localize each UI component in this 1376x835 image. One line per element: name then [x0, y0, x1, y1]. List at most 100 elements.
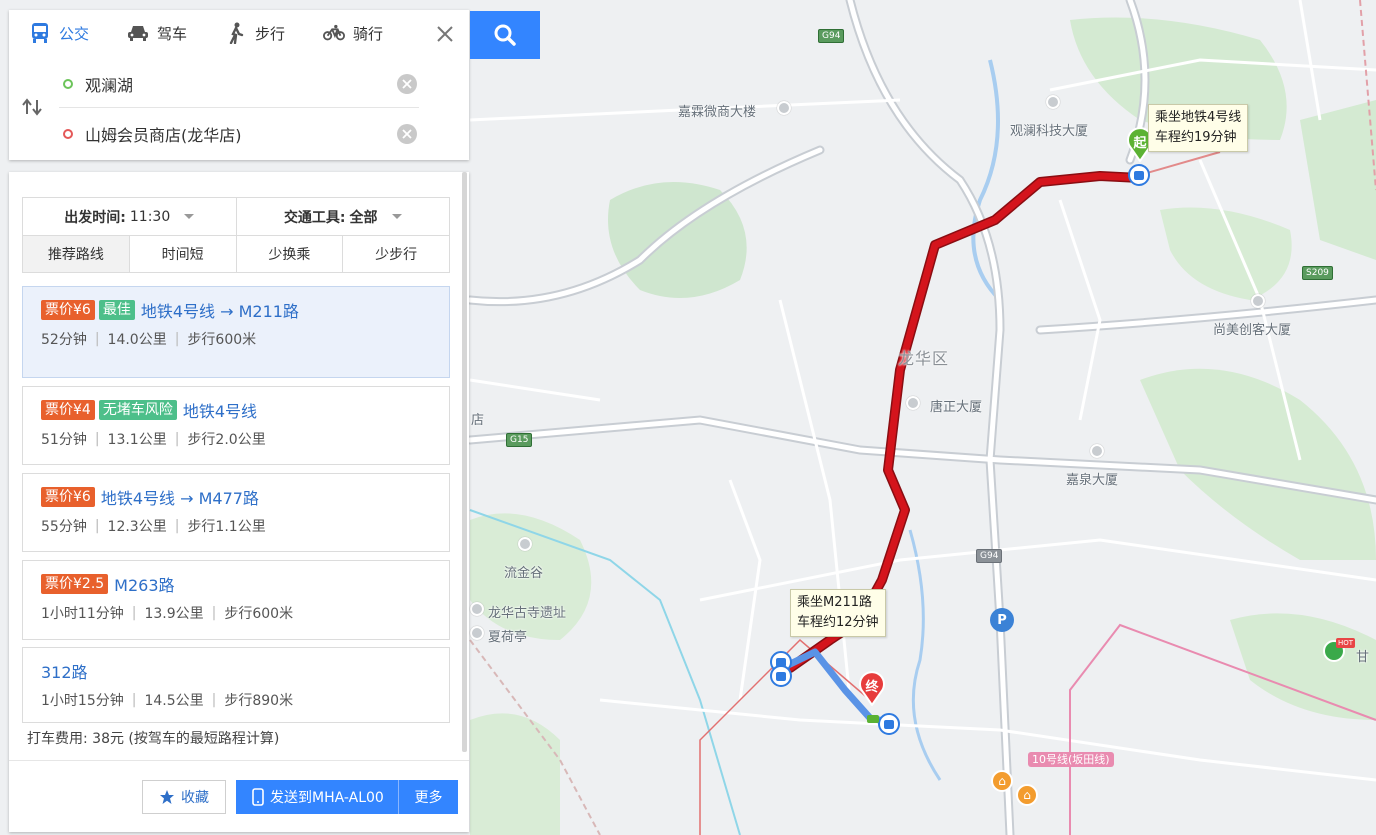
more-button[interactable]: 更多	[399, 787, 458, 807]
bus-stop-transfer2-icon[interactable]	[770, 665, 792, 687]
destination-input[interactable]: 山姆会员商店(龙华店)	[85, 122, 397, 146]
route-option-2[interactable]: 票价¥4 无堵车风险 地铁4号线 51分钟 | 13.1公里 | 步行2.0公里	[22, 386, 450, 465]
road-badge-g94: G94	[818, 29, 845, 43]
map-label-jiaquan[interactable]: 嘉泉大厦	[1066, 469, 1118, 488]
route-distance: 13.1公里	[107, 432, 167, 448]
road-badge-g15: G15	[506, 433, 533, 447]
route-title[interactable]: 地铁4号线 → M477路	[101, 485, 259, 509]
tab-bus-label: 公交	[59, 24, 90, 43]
search-button[interactable]	[470, 11, 540, 59]
map-label-gan-partial[interactable]: 甘	[1356, 646, 1369, 665]
sort-tab-fastest[interactable]: 时间短	[128, 236, 236, 272]
transport-tool-dropdown[interactable]: 交通工具: 全部	[235, 198, 450, 235]
building-icon	[906, 396, 920, 410]
origin-input[interactable]: 观澜湖	[85, 72, 397, 96]
tab-bike-label: 骑行	[353, 24, 384, 43]
transport-tool-value: 全部	[349, 209, 378, 226]
start-info-bubble: 乘坐地铁4号线 车程约19分钟	[1148, 104, 1249, 152]
clear-origin-button[interactable]	[397, 73, 417, 94]
clear-destination-button[interactable]	[397, 124, 417, 144]
star-icon	[160, 790, 174, 804]
end-pin-icon[interactable]: 终	[858, 670, 886, 707]
origin-dot-icon	[63, 78, 73, 89]
building-icon	[1251, 294, 1265, 308]
swap-direction-icon[interactable]	[21, 98, 45, 118]
action-bar: 收藏 发送到MHA-AL00 更多	[9, 760, 469, 832]
hot-badge: HOT	[1336, 638, 1356, 648]
hotel-icon[interactable]: ⌂	[991, 770, 1013, 792]
sort-tab-fewer-transfers[interactable]: 少换乘	[235, 236, 343, 272]
sort-tab-recommended[interactable]: 推荐路线	[23, 236, 129, 272]
phone-icon	[252, 788, 264, 806]
route-title[interactable]: 地铁4号线	[183, 398, 257, 422]
tab-drive[interactable]: 驾车	[107, 10, 205, 56]
map-label-tangzheng[interactable]: 唐正大厦	[930, 396, 982, 415]
route-filters: 出发时间: 11:30 交通工具: 全部 推荐路线 时间短 少换乘 少步行	[22, 197, 450, 273]
car-icon	[127, 22, 149, 44]
travel-mode-tabs: 公交 驾车 步行 骑行	[9, 10, 429, 56]
tab-bike[interactable]: 骑行	[303, 10, 401, 56]
price-tag: 票价¥4	[41, 400, 95, 420]
route-option-3[interactable]: 票价¥6 地铁4号线 → M477路 55分钟 | 12.3公里 | 步行1.1公里	[22, 473, 450, 552]
route-inputs: 观澜湖 山姆会员商店(龙华店)	[9, 58, 429, 158]
close-icon	[437, 26, 453, 42]
route-option-5[interactable]: 312路 1小时15分钟 | 14.5公里 | 步行890米	[22, 647, 450, 723]
tab-drive-label: 驾车	[157, 24, 188, 43]
tab-bus[interactable]: 公交	[9, 10, 107, 56]
route-walk: 步行1.1公里	[187, 519, 266, 535]
route-time: 51分钟	[41, 432, 87, 448]
route-walk: 步行600米	[187, 332, 257, 348]
route-option-4[interactable]: 票价¥2.5 M263路 1小时11分钟 | 13.9公里 | 步行600米	[22, 560, 450, 640]
metro-line-10-label: 10号线(坂田线)	[1028, 752, 1114, 767]
send-to-phone-button[interactable]: 发送到MHA-AL00	[236, 780, 399, 814]
favorite-button[interactable]: 收藏	[142, 780, 226, 814]
map-label-xiahe[interactable]: 夏荷亭	[488, 626, 527, 645]
start-bubble-line1: 乘坐地铁4号线	[1155, 110, 1242, 125]
route-search-panel: 公交 驾车 步行 骑行 观澜湖 山姆会员商店(龙华店)	[9, 10, 469, 160]
route-time: 55分钟	[41, 519, 87, 535]
map-label-shop-partial[interactable]: 店	[471, 409, 484, 428]
route-title[interactable]: M263路	[114, 572, 174, 596]
send-label: 发送到MHA-AL00	[270, 790, 384, 806]
chevron-down-icon	[391, 214, 402, 219]
home-icon[interactable]: ⌂	[1016, 784, 1038, 806]
sort-tab-less-walking[interactable]: 少步行	[342, 236, 449, 272]
tab-walk[interactable]: 步行	[205, 10, 303, 56]
bus-icon	[29, 22, 51, 44]
transfer-bubble-line2: 车程约12分钟	[797, 615, 879, 630]
destination-field[interactable]: 山姆会员商店(龙华店)	[59, 110, 419, 158]
parking-icon[interactable]: P	[990, 608, 1014, 632]
price-tag: 票价¥6	[41, 300, 95, 320]
bus-stop-end-icon[interactable]	[878, 713, 900, 735]
price-tag: 票价¥6	[41, 487, 95, 507]
route-title[interactable]: 地铁4号线 → M211路	[141, 298, 299, 322]
origin-field[interactable]: 观澜湖	[59, 60, 419, 108]
map-label-jiamei[interactable]: 嘉霖微商大楼	[678, 101, 756, 120]
road-badge-s209: S209	[1302, 266, 1333, 280]
bike-icon	[323, 22, 346, 44]
destination-dot-icon	[63, 129, 73, 139]
scrollbar[interactable]	[462, 172, 467, 752]
metro-station-start-icon[interactable]	[1128, 164, 1150, 186]
start-bubble-line2: 车程约19分钟	[1155, 130, 1237, 145]
close-button[interactable]	[429, 18, 461, 50]
end-pin-label: 终	[865, 680, 879, 695]
route-walk: 步行600米	[224, 606, 294, 622]
send-to-phone-group: 发送到MHA-AL00 更多	[236, 780, 458, 814]
route-title[interactable]: 312路	[41, 659, 88, 683]
map-label-guanlan-tech[interactable]: 观澜科技大厦	[1010, 120, 1088, 139]
best-badge: 最佳	[98, 300, 135, 320]
route-distance: 14.5公里	[144, 693, 204, 709]
road-badge-g94-mid: G94	[976, 549, 1003, 563]
route-option-1[interactable]: 票价¥6 最佳 地铁4号线 → M211路 52分钟 | 14.0公里 | 步行60…	[22, 286, 450, 378]
tab-walk-label: 步行	[255, 24, 286, 43]
route-distance: 12.3公里	[107, 519, 167, 535]
museum-icon	[518, 537, 532, 551]
route-walk: 步行890米	[224, 693, 294, 709]
depart-time-dropdown[interactable]: 出发时间: 11:30	[23, 198, 236, 235]
clear-icon	[402, 129, 412, 139]
map-label-shangmei[interactable]: 尚美创客大厦	[1213, 319, 1291, 338]
map-label-longhua-temple[interactable]: 龙华古寺遗址	[488, 602, 566, 621]
route-time: 1小时15分钟	[41, 693, 124, 709]
map-label-liujin[interactable]: 流金谷	[504, 562, 543, 581]
